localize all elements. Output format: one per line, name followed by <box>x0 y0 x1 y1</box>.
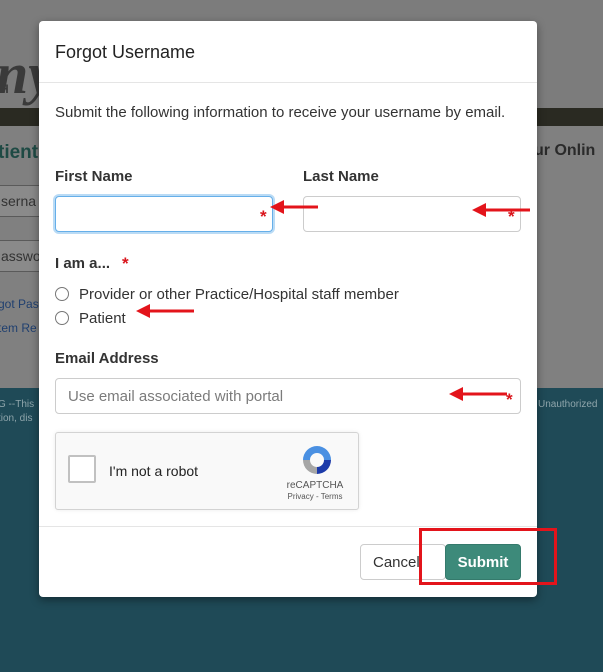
recaptcha-checkbox[interactable] <box>68 455 96 483</box>
recaptcha-label: I'm not a robot <box>109 463 199 479</box>
email-label: Email Address <box>55 350 159 367</box>
recaptcha-widget: I'm not a robot reCAPTCHA Privacy - Term… <box>55 432 359 510</box>
annotation-arrow-icon <box>270 200 318 214</box>
radio-button-patient[interactable] <box>55 311 69 325</box>
modal-header: Forgot Username <box>39 21 537 83</box>
background-footer-text-2: tion, dis <box>0 413 33 424</box>
recaptcha-links[interactable]: Privacy - Terms <box>278 492 352 501</box>
background-footer-text-1: G --This <box>0 399 35 410</box>
radio-option-patient[interactable]: Patient <box>55 308 126 328</box>
first-name-label: First Name <box>55 168 133 185</box>
background-right-title: ur Onlin <box>534 142 596 159</box>
background-left-title: tient <box>0 142 39 163</box>
annotation-arrow-icon <box>472 203 530 217</box>
radio-label-patient: Patient <box>79 309 126 327</box>
modal-footer-divider <box>39 526 537 527</box>
radio-label-staff: Provider or other Practice/Hospital staf… <box>79 285 399 303</box>
background-footer-text-3: Unauthorized <box>538 399 598 410</box>
submit-highlight-box <box>419 528 557 585</box>
recaptcha-logo-icon <box>303 446 331 474</box>
last-name-label: Last Name <box>303 168 379 185</box>
background-logo-subtitle: H <box>0 82 9 96</box>
radio-button-staff[interactable] <box>55 287 69 301</box>
background-forgot-link: got Pas <box>0 297 39 311</box>
forgot-username-modal: Forgot Username Submit the following inf… <box>39 21 537 597</box>
first-name-input[interactable] <box>55 196 273 232</box>
iam-required-mark: * <box>122 254 129 273</box>
recaptcha-brand: reCAPTCHA <box>286 480 344 491</box>
background-system-link: tem Re <box>0 321 37 335</box>
iam-label: I am a... <box>55 255 111 272</box>
modal-intro-text: Submit the following information to rece… <box>55 104 506 121</box>
annotation-arrow-icon <box>449 387 507 401</box>
modal-title: Forgot Username <box>55 42 196 62</box>
first-name-required-mark: * <box>260 207 267 226</box>
radio-option-staff[interactable]: Provider or other Practice/Hospital staf… <box>55 284 399 304</box>
annotation-arrow-icon <box>136 304 194 318</box>
